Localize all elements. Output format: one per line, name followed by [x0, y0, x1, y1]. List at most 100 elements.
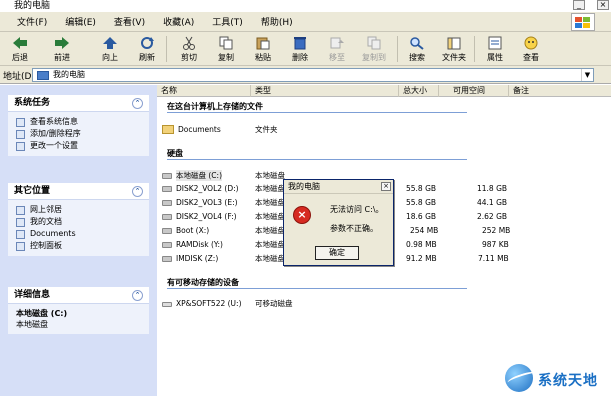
copy-button[interactable]: 复制: [209, 34, 243, 64]
address-input[interactable]: 我的电脑 ▼: [32, 68, 594, 82]
ok-button[interactable]: 确定: [315, 246, 359, 260]
item-type: 本地磁盘: [255, 226, 285, 235]
my-computer-icon: [37, 71, 49, 80]
menu-file[interactable]: 文件(F): [8, 15, 56, 28]
item-total: 0.98 MB: [406, 240, 437, 249]
item-free: 252 MB: [482, 226, 511, 235]
dialog-message-1: 无法访问 C:\。: [330, 205, 384, 214]
menu-edit[interactable]: 编辑(E): [56, 15, 105, 28]
title-bar: 我的电脑 _ ×: [0, 0, 611, 12]
copy-to-button[interactable]: 复制到: [357, 34, 391, 64]
move-to-icon: [330, 37, 344, 49]
item-name: DISK2_VOL4 (F:): [176, 212, 237, 221]
paste-button[interactable]: 粘贴: [246, 34, 280, 64]
chevron-up-icon[interactable]: ⌃: [132, 98, 143, 109]
drive-row-u[interactable]: XP&SOFT522 (U:) 可移动磁盘: [162, 298, 602, 309]
menu-tools[interactable]: 工具(T): [203, 15, 252, 28]
details-panel: 详细信息 ⌃ 本地磁盘 (C:) 本地磁盘: [8, 287, 149, 334]
cut-button[interactable]: 剪切: [172, 34, 206, 64]
task-change-setting[interactable]: 更改一个设置: [16, 140, 141, 152]
item-free: 44.1 GB: [477, 198, 508, 207]
forward-arrow-icon: [55, 37, 69, 49]
place-network[interactable]: 网上邻居: [16, 204, 141, 216]
forward-button[interactable]: 前进: [45, 34, 79, 64]
move-to-button[interactable]: 移至: [320, 34, 354, 64]
group-divider: [167, 159, 467, 160]
chevron-down-icon[interactable]: ▼: [581, 69, 593, 81]
item-total: 254 MB: [410, 226, 439, 235]
column-notes[interactable]: 备注: [509, 85, 611, 97]
item-type: 本地磁盘: [255, 171, 285, 180]
item-name: XP&SOFT522 (U:): [176, 299, 242, 308]
dialog-message-2: 参数不正确。: [330, 224, 378, 233]
other-places-panel: 其它位置 ⌃ 网上邻居 我的文档 Documents 控制面板: [8, 183, 149, 256]
item-total: 55.8 GB: [406, 198, 437, 207]
item-name: DISK2_VOL3 (E:): [176, 198, 238, 207]
task-view-system-info[interactable]: 查看系统信息: [16, 116, 141, 128]
task-add-remove-programs[interactable]: 添加/删除程序: [16, 128, 141, 140]
menu-bar: 文件(F) 编辑(E) 查看(V) 收藏(A) 工具(T) 帮助(H): [0, 12, 611, 32]
close-button[interactable]: ×: [597, 0, 609, 10]
column-total-size[interactable]: 总大小: [399, 85, 439, 97]
place-control-panel[interactable]: 控制面板: [16, 240, 141, 252]
properties-button[interactable]: 属性: [478, 34, 512, 64]
view-button[interactable]: 查看: [514, 34, 548, 64]
toolbar: 后退 前进 向上 刷新 剪切 复制 粘贴 删除 移至 复制到 搜索 文件夹 属性…: [0, 32, 611, 66]
details-header[interactable]: 详细信息 ⌃: [8, 287, 149, 304]
delete-button[interactable]: 删除: [283, 34, 317, 64]
chevron-up-icon[interactable]: ⌃: [132, 186, 143, 197]
hard-disk-icon: [162, 200, 172, 206]
group-removable: 有可移动存储的设备: [167, 278, 239, 287]
item-type: 本地磁盘: [255, 212, 285, 221]
minimize-button[interactable]: _: [573, 0, 585, 10]
folders-icon: [447, 37, 461, 50]
search-button[interactable]: 搜索: [400, 34, 434, 64]
copy-icon: [219, 36, 233, 50]
back-button[interactable]: 后退: [3, 34, 37, 64]
toolbar-separator: [166, 36, 167, 62]
item-type: 本地磁盘: [255, 184, 285, 193]
chevron-up-icon[interactable]: ⌃: [132, 290, 143, 301]
hard-disk-icon: [162, 186, 172, 192]
other-places-header[interactable]: 其它位置 ⌃: [8, 183, 149, 200]
address-value: 我的电脑: [53, 70, 85, 79]
up-button[interactable]: 向上: [93, 34, 127, 64]
column-name[interactable]: 名称: [157, 85, 251, 97]
watermark-text: 系统天地: [538, 373, 598, 389]
back-arrow-icon: [13, 37, 27, 49]
item-free: 987 KB: [482, 240, 509, 249]
system-tasks-header[interactable]: 系统任务 ⌃: [8, 95, 149, 112]
item-type: 本地磁盘: [255, 240, 285, 249]
paste-icon: [256, 37, 270, 50]
error-icon: ×: [293, 206, 311, 224]
item-name: Documents: [178, 125, 221, 134]
menu-favorites[interactable]: 收藏(A): [154, 15, 203, 28]
hard-disk-icon: [162, 256, 172, 262]
item-name: Boot (X:): [176, 226, 210, 235]
refresh-button[interactable]: 刷新: [130, 34, 164, 64]
hard-disk-icon: [162, 242, 172, 248]
hard-disk-icon: [162, 214, 172, 220]
address-label: 地址(D): [3, 72, 35, 82]
details-name: 本地磁盘 (C:): [16, 309, 68, 318]
column-type[interactable]: 类型: [251, 85, 399, 97]
control-panel-icon: [16, 142, 25, 151]
folder-icon: [16, 218, 25, 227]
menu-help[interactable]: 帮助(H): [252, 15, 302, 28]
error-dialog: 我的电脑 × × 无法访问 C:\。 参数不正确。 确定: [283, 179, 394, 266]
place-documents[interactable]: Documents: [16, 228, 141, 240]
menu-view[interactable]: 查看(V): [105, 15, 154, 28]
group-hard-disks: 硬盘: [167, 149, 183, 158]
copy-to-icon: [367, 36, 381, 50]
place-my-documents[interactable]: 我的文档: [16, 216, 141, 228]
add-remove-icon: [16, 130, 25, 139]
item-free: 11.8 GB: [477, 184, 508, 193]
group-stored-files: 在这台计算机上存储的文件: [167, 102, 263, 111]
view-icon: [524, 36, 538, 50]
dialog-close-button[interactable]: ×: [381, 182, 391, 191]
group-divider: [167, 288, 467, 289]
folders-button[interactable]: 文件夹: [437, 34, 471, 64]
list-item[interactable]: Documents 文件夹: [162, 124, 602, 135]
scissors-icon: [183, 36, 195, 50]
column-free-space[interactable]: 可用空间: [439, 85, 509, 97]
